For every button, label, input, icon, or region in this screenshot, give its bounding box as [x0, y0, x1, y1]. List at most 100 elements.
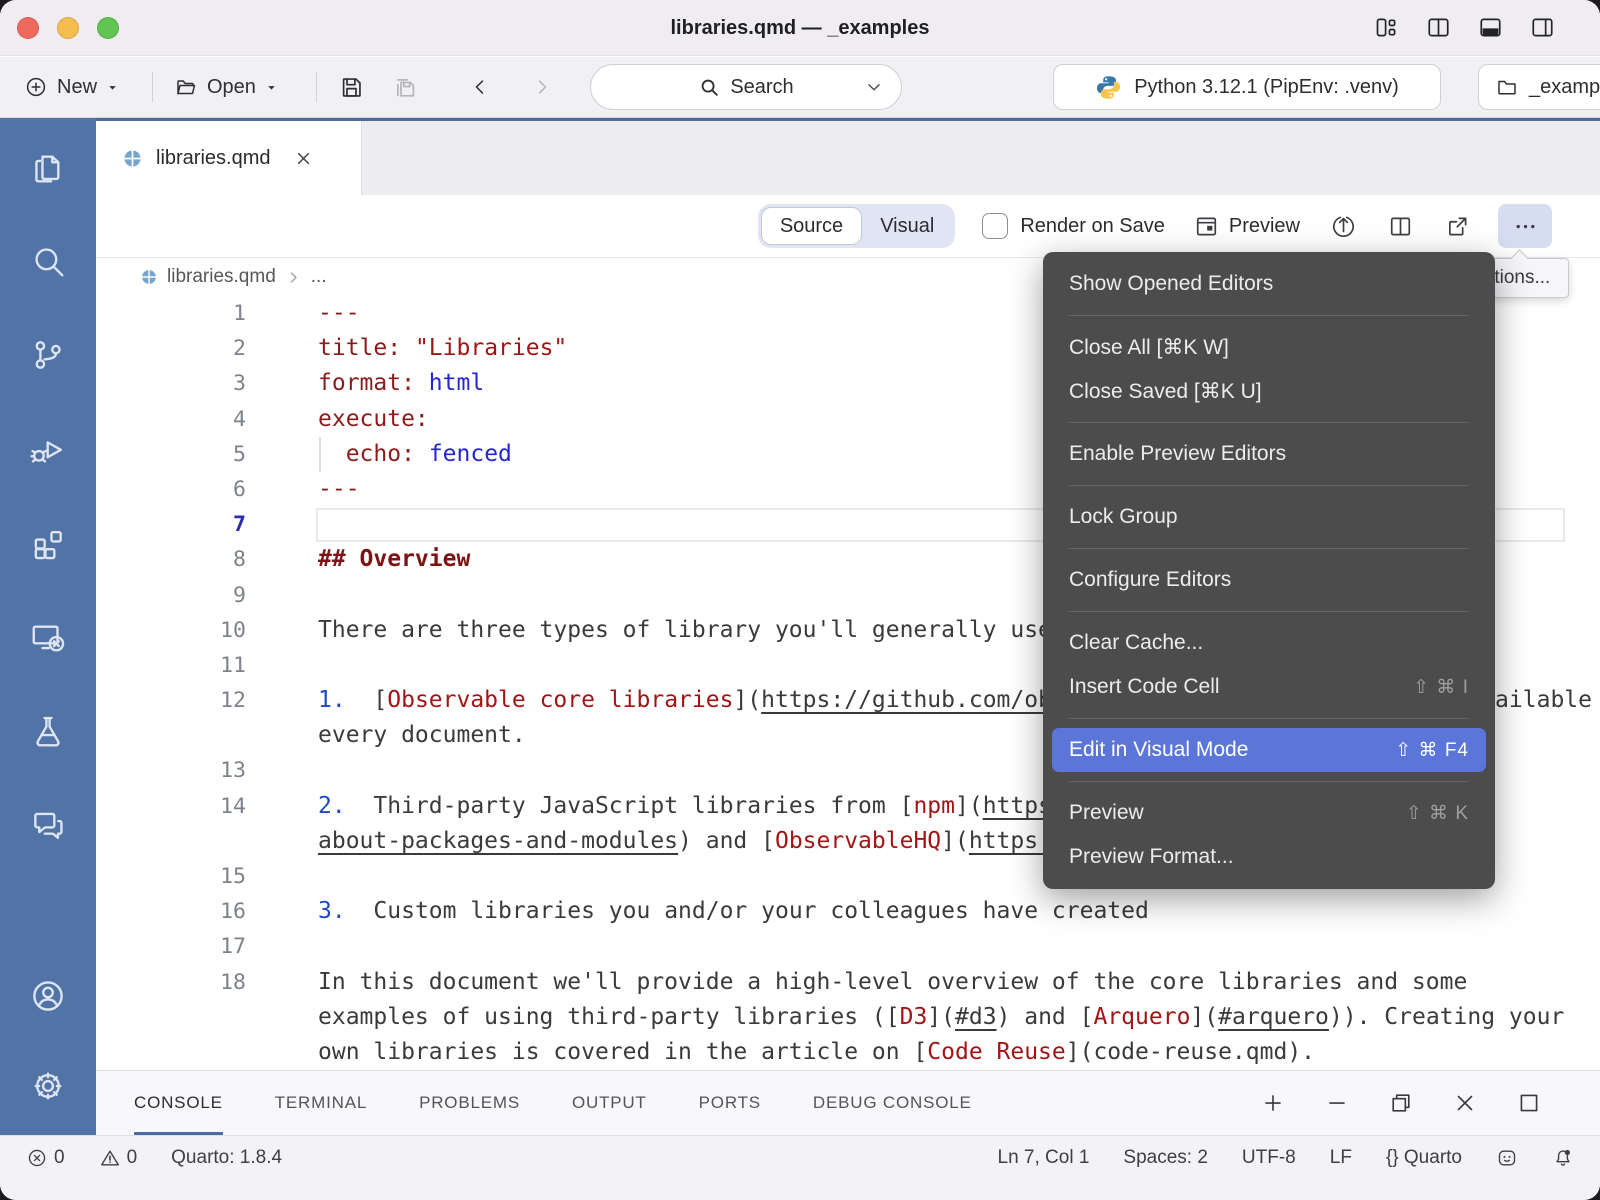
navigate-back-button[interactable] — [468, 64, 492, 110]
search-input[interactable]: Search — [590, 64, 902, 110]
comments-icon[interactable] — [29, 806, 67, 844]
remote-icon[interactable] — [29, 618, 67, 656]
files-icon[interactable] — [29, 148, 67, 186]
project-label: _examples — [1529, 76, 1600, 99]
testing-icon[interactable] — [29, 712, 67, 750]
tab-close-icon[interactable] — [293, 148, 314, 169]
split-editor-layout-icon[interactable] — [1425, 14, 1452, 41]
editor-toolbar: Source Visual Render on Save Preview — [96, 195, 1600, 258]
panel-tab-debug-console[interactable]: DEBUG CONSOLE — [813, 1071, 972, 1135]
breadcrumb-file[interactable]: libraries.qmd — [167, 266, 276, 288]
settings-icon[interactable] — [29, 1067, 67, 1105]
run-debug-icon[interactable] — [29, 430, 67, 468]
visual-mode-button[interactable]: Visual — [862, 207, 952, 245]
navigate-forward-button[interactable] — [530, 64, 554, 110]
toggle-panel-icon[interactable] — [1477, 14, 1504, 41]
status-encoding[interactable]: UTF-8 — [1242, 1147, 1296, 1169]
menu-item-enable-preview-editors[interactable]: Enable Preview Editors — [1043, 432, 1495, 476]
status-eol[interactable]: LF — [1330, 1147, 1352, 1169]
code-line-text: In this document we'll provide a high-le… — [318, 965, 1600, 1000]
window-title: libraries.qmd — _examples — [0, 0, 1600, 56]
line-number: 15 — [96, 859, 246, 894]
bell-icon — [1552, 1147, 1574, 1169]
panel-minimize-icon[interactable] — [1324, 1090, 1350, 1116]
preview-button[interactable]: Preview — [1193, 213, 1300, 240]
line-number: 17 — [96, 929, 246, 964]
menu-item-close-saved-k-u[interactable]: Close Saved [⌘K U] — [1043, 369, 1495, 413]
open-external-icon[interactable] — [1444, 213, 1471, 240]
status-language-mode[interactable]: {} Quarto — [1386, 1147, 1462, 1169]
menu-item-preview[interactable]: Preview⇧ ⌘ K — [1043, 791, 1495, 835]
status-indentation[interactable]: Spaces: 2 — [1123, 1147, 1208, 1169]
search-icon[interactable] — [29, 242, 67, 280]
code-row: 18In this document we'll provide a high-… — [96, 965, 1600, 1000]
line-number: 12 — [96, 683, 246, 718]
status-text: 0 — [127, 1147, 138, 1169]
breadcrumb-more[interactable]: ... — [311, 266, 327, 288]
save-button[interactable] — [338, 64, 365, 110]
status-error-count[interactable]: 0 — [26, 1147, 65, 1169]
code-row: examples of using third-party libraries … — [96, 1000, 1600, 1035]
code-line-text: 3. Custom libraries you and/or your coll… — [318, 894, 1600, 929]
open-folder-icon — [174, 75, 198, 99]
source-mode-button[interactable]: Source — [761, 207, 862, 245]
menu-item-configure-editors[interactable]: Configure Editors — [1043, 558, 1495, 602]
new-plus-icon — [24, 75, 48, 99]
menu-item-clear-cache[interactable]: Clear Cache... — [1043, 621, 1495, 665]
panel-close-x-icon[interactable] — [1452, 1090, 1478, 1116]
status-quarto-version[interactable]: Quarto: 1.8.4 — [171, 1147, 282, 1169]
render-icon[interactable] — [1330, 213, 1357, 240]
source-control-icon[interactable] — [29, 336, 67, 374]
menu-item-close-all-k-w[interactable]: Close All [⌘K W] — [1043, 325, 1495, 369]
app-window: libraries.qmd — _examples New Open — [0, 0, 1600, 1200]
status-warning-count[interactable]: 0 — [99, 1147, 138, 1169]
status-feedback[interactable] — [1496, 1147, 1518, 1169]
project-button[interactable]: _examples — [1478, 64, 1600, 110]
save-all-button[interactable] — [392, 64, 419, 110]
customize-layout-icon[interactable] — [1373, 14, 1400, 41]
menu-item-preview-format[interactable]: Preview Format... — [1043, 835, 1495, 879]
menu-item-label: Edit in Visual Mode — [1069, 738, 1395, 762]
panel-add-icon[interactable] — [1260, 1090, 1286, 1116]
open-button[interactable]: Open — [174, 64, 280, 110]
status-left: 0 0 Quarto: 1.8.4 — [26, 1147, 282, 1169]
panel-tab-console[interactable]: CONSOLE — [134, 1071, 223, 1135]
panel-restore-icon[interactable] — [1388, 1090, 1414, 1116]
panel-tab-problems[interactable]: PROBLEMS — [419, 1071, 520, 1135]
status-cursor-position[interactable]: Ln 7, Col 1 — [998, 1147, 1090, 1169]
extensions-icon[interactable] — [29, 524, 67, 562]
menu-item-show-opened-editors[interactable]: Show Opened Editors — [1043, 262, 1495, 306]
line-number: 7 — [96, 507, 246, 542]
error-icon — [26, 1147, 48, 1169]
layout-controls — [1373, 14, 1556, 41]
panel-tab-output[interactable]: OUTPUT — [572, 1071, 647, 1135]
menu-item-shortcut: ⇧ ⌘ I — [1413, 676, 1469, 699]
line-number: 11 — [96, 648, 246, 683]
split-editor-icon[interactable] — [1387, 213, 1414, 240]
tab-libraries-qmd[interactable]: libraries.qmd — [96, 121, 362, 195]
new-button[interactable]: New — [24, 64, 121, 110]
panel-tab-ports[interactable]: PORTS — [699, 1071, 761, 1135]
line-number: 10 — [96, 613, 246, 648]
status-text: Quarto: 1.8.4 — [171, 1147, 282, 1169]
activity-bar-top — [29, 148, 67, 844]
panel-tabbar: CONSOLE TERMINAL PROBLEMS OUTPUT PORTS DEBUG … — [96, 1070, 1600, 1135]
render-on-save-checkbox[interactable] — [982, 213, 1008, 239]
editor-context-menu: Show Opened Editors Close All [⌘K W]Close… — [1043, 252, 1495, 889]
code-line-text: own libraries is covered in the article … — [318, 1035, 1600, 1070]
account-icon[interactable] — [29, 977, 67, 1015]
menu-item-insert-code-cell[interactable]: Insert Code Cell⇧ ⌘ I — [1043, 665, 1495, 709]
menu-item-label: Preview — [1069, 801, 1406, 825]
menu-item-edit-in-visual-mode[interactable]: Edit in Visual Mode⇧ ⌘ F4 — [1052, 728, 1486, 772]
panel-maximize-icon[interactable] — [1516, 1090, 1542, 1116]
new-label: New — [57, 76, 97, 99]
menu-separator — [1069, 422, 1469, 423]
menu-item-label: Insert Code Cell — [1069, 675, 1413, 699]
interpreter-selector[interactable]: Python 3.12.1 (PipEnv: .venv) — [1053, 64, 1441, 110]
menu-item-lock-group[interactable]: Lock Group — [1043, 495, 1495, 539]
toggle-secondary-sidebar-icon[interactable] — [1529, 14, 1556, 41]
status-notifications[interactable] — [1552, 1147, 1574, 1169]
render-on-save-label: Render on Save — [1020, 215, 1165, 238]
panel-tab-terminal[interactable]: TERMINAL — [275, 1071, 367, 1135]
more-actions-button[interactable] — [1498, 204, 1552, 248]
